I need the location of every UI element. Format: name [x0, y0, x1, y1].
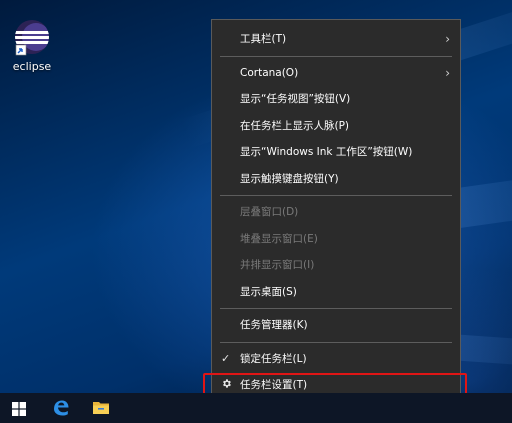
menu-item-label: 层叠窗口(D) [240, 206, 299, 218]
menu-separator [220, 308, 452, 309]
menu-item-task-manager[interactable]: 任务管理器(K) [212, 312, 460, 339]
menu-item-show-windows-ink-button[interactable]: 显示“Windows Ink 工作区”按钮(W) [212, 139, 460, 166]
taskbar[interactable] [0, 393, 512, 423]
taskbar-context-menu: 工具栏(T) › Cortana(O) › 显示“任务视图”按钮(V) 在任务栏… [211, 19, 461, 402]
menu-item-show-desktop[interactable]: 显示桌面(S) [212, 279, 460, 306]
desktop-icon-label: eclipse [12, 60, 52, 73]
menu-item-label: 显示“Windows Ink 工作区”按钮(W) [240, 146, 413, 158]
desktop[interactable]: eclipse 工具栏(T) › Cortana(O) › 显示“任务视图”按钮… [0, 0, 512, 423]
menu-item-lock-taskbar[interactable]: ✓ 锁定任务栏(L) [212, 346, 460, 373]
menu-item-label: 显示“任务视图”按钮(V) [240, 93, 351, 105]
taskbar-edge-button[interactable] [40, 393, 80, 423]
windows-start-icon [12, 401, 26, 420]
menu-item-show-people[interactable]: 在任务栏上显示人脉(P) [212, 113, 460, 140]
menu-separator [220, 341, 452, 343]
desktop-icon-eclipse[interactable]: eclipse [4, 18, 60, 78]
edge-browser-icon [52, 399, 70, 421]
menu-item-stack-windows: 堆叠显示窗口(E) [212, 226, 460, 253]
menu-item-label: 堆叠显示窗口(E) [240, 232, 318, 245]
menu-item-label: 并排显示窗口(I) [240, 259, 315, 271]
menu-item-side-by-side-windows: 并排显示窗口(I) [212, 252, 460, 279]
menu-item-label: 显示触摸键盘按钮(Y) [240, 172, 339, 185]
menu-item-toolbars[interactable]: 工具栏(T) › [212, 26, 460, 53]
file-explorer-icon [92, 400, 110, 420]
checkmark-icon: ✓ [221, 351, 231, 365]
eclipse-icon [13, 18, 51, 56]
menu-separator [220, 195, 452, 196]
menu-item-label: 任务管理器(K) [240, 319, 308, 331]
taskbar-file-explorer-button[interactable] [80, 393, 120, 423]
menu-item-label: Cortana(O) [240, 66, 299, 79]
menu-item-label: 在任务栏上显示人脉(P) [240, 119, 350, 132]
chevron-right-icon: › [445, 65, 450, 80]
menu-item-show-touch-keyboard-button[interactable]: 显示触摸键盘按钮(Y) [212, 166, 460, 193]
menu-item-label: 显示桌面(S) [240, 285, 297, 298]
chevron-right-icon: › [445, 32, 450, 46]
menu-item-show-task-view-button[interactable]: 显示“任务视图”按钮(V) [212, 86, 460, 113]
menu-item-label: 工具栏(T) [240, 33, 287, 45]
menu-item-cortana[interactable]: Cortana(O) › [212, 60, 460, 87]
menu-separator [220, 55, 452, 57]
menu-item-label: 锁定任务栏(L) [240, 352, 307, 365]
menu-item-cascade-windows: 层叠窗口(D) [212, 199, 460, 226]
start-button[interactable] [0, 393, 40, 423]
